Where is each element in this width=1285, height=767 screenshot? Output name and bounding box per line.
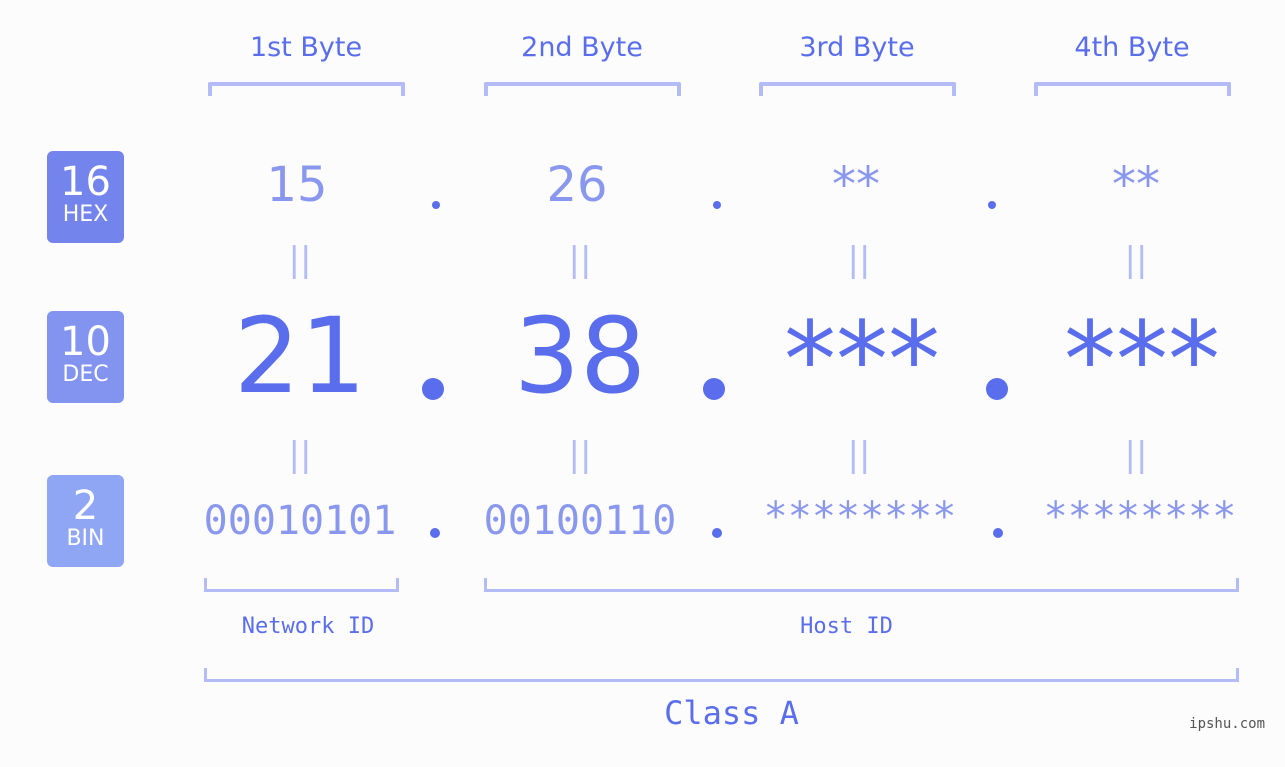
equals-dec-bin-1: || (288, 435, 312, 475)
host-id-bracket (484, 578, 1239, 592)
byte-header-3: 3rd Byte (799, 32, 915, 63)
host-id-label: Host ID (800, 614, 893, 639)
class-bracket (204, 668, 1239, 682)
equals-dec-bin-3: || (847, 435, 871, 475)
byte-header-4: 4th Byte (1074, 32, 1190, 63)
bin-badge-label: BIN (66, 526, 105, 551)
hex-dot-1 (432, 201, 440, 209)
dec-badge: 10 DEC (47, 311, 124, 403)
watermark: ipshu.com (1189, 716, 1265, 732)
dec-value-1: 21 (233, 295, 367, 417)
bin-dot-3 (993, 528, 1003, 538)
dec-dot-1 (422, 378, 444, 400)
hex-value-2: 26 (546, 157, 608, 213)
equals-hex-dec-3: || (847, 240, 871, 280)
dec-value-3: *** (784, 299, 940, 421)
byte-bracket-1 (208, 82, 405, 96)
hex-value-1: 15 (266, 157, 328, 213)
byte-bracket-3 (759, 82, 956, 96)
equals-dec-bin-4: || (1124, 435, 1148, 475)
network-id-bracket (204, 578, 399, 592)
hex-value-3: ** (832, 157, 880, 213)
bin-dot-1 (430, 528, 440, 538)
bin-dot-2 (712, 528, 722, 538)
dec-dot-2 (703, 378, 725, 400)
equals-dec-bin-2: || (568, 435, 592, 475)
dec-dot-3 (986, 378, 1008, 400)
equals-hex-dec-4: || (1124, 240, 1148, 280)
byte-header-1: 1st Byte (249, 32, 363, 63)
byte-header-2: 2nd Byte (521, 32, 643, 63)
bin-value-2: 00100110 (483, 498, 677, 544)
dec-value-2: 38 (513, 295, 647, 417)
hex-badge-label: HEX (62, 202, 109, 227)
equals-hex-dec-2: || (568, 240, 592, 280)
dec-badge-number: 10 (60, 319, 111, 365)
hex-badge: 16 HEX (47, 151, 124, 243)
hex-value-4: ** (1112, 157, 1160, 213)
bin-value-1: 00010101 (203, 498, 397, 544)
bin-badge: 2 BIN (47, 475, 124, 567)
dec-value-4: *** (1064, 299, 1220, 421)
equals-hex-dec-1: || (288, 240, 312, 280)
bin-value-3: ******** (763, 494, 957, 540)
hex-dot-3 (988, 201, 996, 209)
dec-badge-label: DEC (62, 362, 109, 387)
hex-badge-number: 16 (60, 159, 111, 205)
network-id-label: Network ID (241, 614, 375, 639)
byte-bracket-4 (1034, 82, 1231, 96)
bin-value-4: ******** (1043, 494, 1237, 540)
class-label: Class A (664, 694, 799, 732)
bin-badge-number: 2 (72, 483, 99, 529)
hex-dot-2 (713, 201, 721, 209)
byte-bracket-2 (484, 82, 681, 96)
